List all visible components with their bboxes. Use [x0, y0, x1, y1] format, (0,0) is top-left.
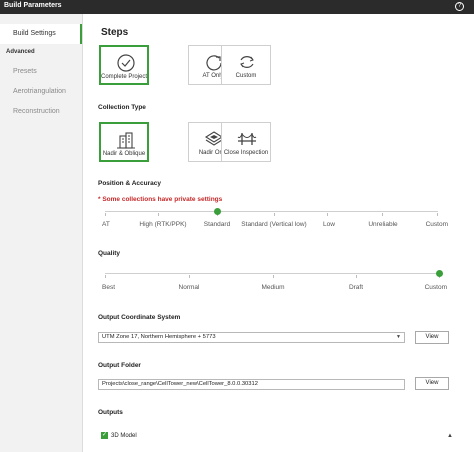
output-folder-view-button[interactable]: View [415, 377, 449, 390]
accuracy-tick-label[interactable]: AT [102, 221, 110, 228]
help-icon[interactable]: ? [455, 2, 464, 11]
sidebar-item-build-settings[interactable]: Build Settings [0, 24, 82, 44]
accuracy-tick-label[interactable]: Standard (Vertical low) [241, 221, 306, 228]
slider-tick [356, 275, 357, 278]
position-accuracy-heading: Position & Accuracy [98, 180, 161, 187]
sidebar: Build Settings Advanced Presets Aerotria… [0, 14, 82, 452]
private-settings-warning: * Some collections have private settings [98, 196, 223, 203]
accuracy-tick-label[interactable]: High (RTK/PPK) [139, 221, 186, 228]
accuracy-tick-label[interactable]: Low [323, 221, 335, 228]
slider-tick [327, 213, 328, 216]
sidebar-item-label: Build Settings [13, 30, 56, 37]
check-circle-icon [117, 54, 135, 72]
slider-tick [382, 213, 383, 216]
output-folder-field[interactable]: Projects\close_range\CellTower_new\CellT… [98, 379, 405, 390]
accuracy-tick-label[interactable]: Standard [204, 221, 230, 228]
quality-tick-label[interactable]: Normal [179, 284, 200, 291]
quality-heading: Quality [98, 250, 121, 257]
sidebar-item-presets[interactable]: Presets [13, 68, 37, 75]
main-panel: Steps Complete Project AT Only Custom Co… [82, 14, 474, 452]
quality-tick-label[interactable]: Best [102, 284, 115, 291]
accuracy-tick-label[interactable]: Custom [426, 221, 448, 228]
coordinate-system-value: UTM Zone 17, Northern Hemisphere + 5773 [102, 334, 216, 340]
title-bar: Build Parameters ? [0, 0, 474, 14]
step-complete-project[interactable]: Complete Project [99, 45, 149, 85]
slider-tick [105, 213, 106, 216]
collection-type-heading: Collection Type [98, 104, 146, 111]
output-folder-value: Projects\close_range\CellTower_new\CellT… [102, 381, 258, 387]
quality-tick-label[interactable]: Custom [425, 284, 447, 291]
sidebar-item-aerotriangulation[interactable]: Aerotriangulation [13, 88, 66, 95]
accuracy-slider-thumb[interactable] [214, 208, 221, 215]
collection-close-inspection[interactable]: Close Inspection [221, 122, 271, 162]
coordinate-system-view-button[interactable]: View [415, 331, 449, 344]
quality-tick-label[interactable]: Draft [349, 284, 363, 291]
output-folder-heading: Output Folder [98, 362, 141, 369]
custom-rotate-icon [240, 56, 254, 68]
slider-tick [274, 213, 275, 216]
slider-tick [158, 213, 159, 216]
building-oblique-icon [117, 132, 135, 149]
slider-tick [105, 275, 106, 278]
coordinate-system-select[interactable]: UTM Zone 17, Northern Hemisphere + 5773 … [98, 332, 405, 343]
accuracy-tick-label[interactable]: Unreliable [368, 221, 397, 228]
outputs-heading: Outputs [98, 409, 123, 416]
output-3d-model-label: 3D Model [111, 433, 137, 439]
step-custom[interactable]: Custom [221, 45, 271, 85]
sidebar-section-advanced: Advanced [6, 49, 35, 55]
collection-label: Close Inspection [223, 150, 269, 156]
quality-slider-thumb[interactable] [436, 270, 443, 277]
quality-tick-label[interactable]: Medium [261, 284, 284, 291]
slider-tick [273, 275, 274, 278]
step-label: Complete Project [101, 74, 148, 80]
output-3d-model-checkbox[interactable]: ✓ [101, 432, 108, 439]
collection-label: Nadir & Oblique [102, 151, 146, 157]
step-label: Custom [235, 73, 257, 79]
bridge-icon [237, 133, 257, 145]
chevron-down-icon: ▼ [396, 334, 401, 340]
page-title: Steps [101, 27, 129, 38]
accuracy-slider-track[interactable] [105, 211, 438, 212]
sidebar-item-reconstruction[interactable]: Reconstruction [13, 108, 60, 115]
output-cs-heading: Output Coordinate System [98, 314, 181, 321]
quality-slider-track[interactable] [105, 273, 440, 274]
chevron-up-icon[interactable]: ▲ [447, 433, 453, 439]
window-title: Build Parameters [4, 2, 62, 9]
slider-tick [437, 213, 438, 216]
slider-tick [189, 275, 190, 278]
collection-nadir-oblique[interactable]: Nadir & Oblique [99, 122, 149, 162]
